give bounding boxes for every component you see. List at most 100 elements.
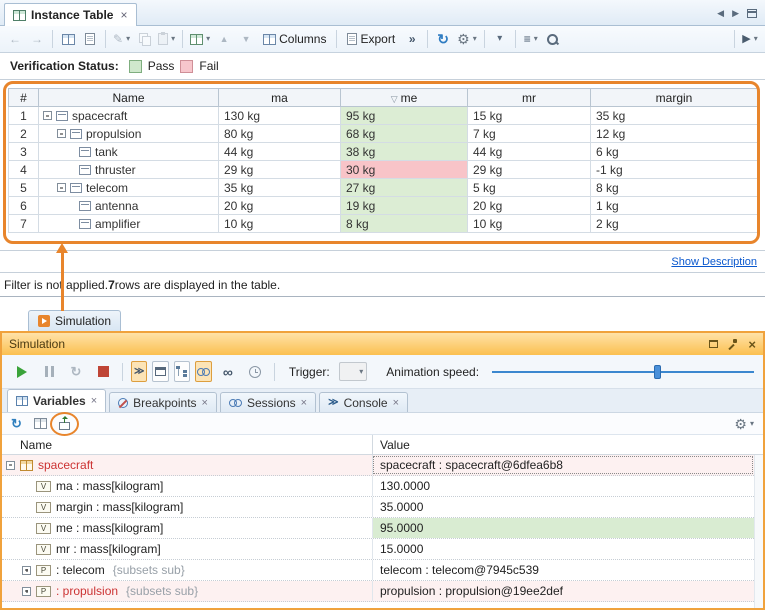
me-cell[interactable]: 38 kg — [341, 143, 468, 161]
name-cell[interactable]: spacecraft — [39, 107, 219, 125]
variable-row[interactable]: V mr : mass[kilogram] 15.0000 — [2, 539, 754, 560]
row-number-cell[interactable]: 5 — [9, 179, 39, 197]
name-cell[interactable]: amplifier — [39, 215, 219, 233]
window-list-icon[interactable] — [747, 9, 757, 18]
column-header-margin[interactable]: margin — [591, 89, 758, 107]
containment-view-toggle[interactable] — [174, 361, 190, 382]
expand-icon[interactable] — [22, 587, 31, 596]
tab-variables[interactable]: Variables × — [7, 389, 106, 412]
variable-row[interactable]: V me : mass[kilogram] 95.0000 — [2, 518, 754, 539]
variable-value[interactable]: spacecraft : spacecraft@6dfea6b8 — [372, 455, 754, 475]
name-cell[interactable]: thruster — [39, 161, 219, 179]
ma-cell[interactable]: 35 kg — [219, 179, 341, 197]
filter-button[interactable]: ▾ — [490, 29, 510, 50]
column-header-me[interactable]: ▽me — [341, 89, 468, 107]
refresh-icon[interactable]: ↻ — [11, 417, 22, 430]
scroll-tabs-left-icon[interactable]: ◀ — [717, 8, 724, 19]
variable-row[interactable]: spacecraft spacecraft : spacecraft@6dfea… — [2, 455, 754, 476]
console-mode-toggle[interactable]: ≫ — [131, 361, 147, 382]
mr-cell[interactable]: 5 kg — [468, 179, 591, 197]
tab-simulation[interactable]: Simulation — [28, 310, 121, 331]
collapse-icon[interactable] — [43, 111, 52, 120]
settings-button[interactable]: ⚙▾ — [455, 29, 479, 50]
add-new-button[interactable]: ▾ — [188, 29, 212, 50]
ma-cell[interactable]: 10 kg — [219, 215, 341, 233]
collapse-icon[interactable] — [57, 129, 66, 138]
me-cell[interactable]: 27 kg — [341, 179, 468, 197]
float-window-icon[interactable] — [709, 340, 718, 348]
column-header-name[interactable]: Name — [39, 89, 219, 107]
ma-cell[interactable]: 80 kg — [219, 125, 341, 143]
me-cell[interactable]: 30 kg — [341, 161, 468, 179]
caret-down-icon[interactable]: ▾ — [750, 420, 754, 428]
slider-handle[interactable] — [654, 365, 661, 379]
collapse-icon[interactable] — [57, 183, 66, 192]
forward-button[interactable]: → — [27, 29, 47, 50]
tab-console[interactable]: ≫ Console × — [319, 392, 408, 412]
columns-button[interactable]: Columns — [258, 29, 331, 50]
diagram-animation-toggle[interactable] — [152, 361, 168, 382]
name-cell[interactable]: telecom — [39, 179, 219, 197]
me-cell[interactable]: 19 kg — [341, 197, 468, 215]
search-button[interactable] — [543, 29, 563, 50]
collapse-icon[interactable] — [6, 461, 15, 470]
move-down-button[interactable]: ▼ — [236, 29, 256, 50]
mr-cell[interactable]: 10 kg — [468, 215, 591, 233]
pin-window-icon[interactable] — [728, 339, 738, 349]
move-up-button[interactable]: ▲ — [214, 29, 234, 50]
expand-icon[interactable] — [22, 566, 31, 575]
scroll-tabs-right-icon[interactable]: ▶ — [732, 8, 739, 19]
variable-row[interactable]: V margin : mass[kilogram] 35.0000 — [2, 497, 754, 518]
close-icon[interactable]: × — [91, 395, 97, 407]
close-icon[interactable]: × — [393, 397, 399, 409]
column-header-name[interactable]: Name — [2, 435, 372, 454]
copy-button[interactable] — [134, 29, 154, 50]
name-cell[interactable]: antenna — [39, 197, 219, 215]
row-number-cell[interactable]: 3 — [9, 143, 39, 161]
export-csv-icon[interactable] — [59, 422, 70, 430]
row-number-cell[interactable]: 4 — [9, 161, 39, 179]
specification-button[interactable] — [80, 29, 100, 50]
column-header-mr[interactable]: mr — [468, 89, 591, 107]
scrollbar[interactable] — [754, 455, 763, 608]
close-icon[interactable]: × — [120, 8, 127, 22]
variable-value[interactable]: 95.0000 — [372, 518, 754, 538]
tab-sessions[interactable]: Sessions × — [220, 392, 316, 412]
mr-cell[interactable]: 15 kg — [468, 107, 591, 125]
close-icon[interactable]: × — [301, 397, 307, 409]
margin-cell[interactable]: 1 kg — [591, 197, 758, 215]
trigger-select[interactable]: ▾ — [339, 362, 368, 381]
view-menu-button[interactable]: ≡▾ — [521, 29, 541, 50]
variable-value[interactable]: telecom : telecom@7945c539 — [372, 560, 754, 580]
margin-cell[interactable]: 8 kg — [591, 179, 758, 197]
mr-cell[interactable]: 20 kg — [468, 197, 591, 215]
margin-cell[interactable]: 35 kg — [591, 107, 758, 125]
variable-value[interactable]: 15.0000 — [372, 539, 754, 559]
row-number-cell[interactable]: 2 — [9, 125, 39, 143]
column-header-num[interactable]: # — [9, 89, 39, 107]
variable-value[interactable]: propulsion : propulsion@19ee2def — [372, 581, 754, 601]
column-header-value[interactable]: Value — [372, 435, 763, 454]
run-table-button[interactable]: ▶▾ — [740, 29, 760, 50]
tab-breakpoints[interactable]: Breakpoints × — [109, 392, 217, 412]
row-number-cell[interactable]: 7 — [9, 215, 39, 233]
ma-cell[interactable]: 20 kg — [219, 197, 341, 215]
toolbar-overflow-button[interactable]: » — [402, 29, 422, 50]
tab-instance-table[interactable]: Instance Table × — [4, 3, 137, 26]
mr-cell[interactable]: 7 kg — [468, 125, 591, 143]
animation-speed-slider[interactable] — [492, 363, 754, 381]
sessions-view-toggle[interactable] — [195, 361, 211, 382]
refresh-button[interactable]: ↻ — [433, 29, 453, 50]
pause-button[interactable] — [38, 361, 60, 383]
loop-button[interactable]: ∞ — [217, 361, 239, 383]
run-button[interactable] — [11, 361, 33, 383]
row-number-cell[interactable]: 1 — [9, 107, 39, 125]
me-cell[interactable]: 95 kg — [341, 107, 468, 125]
paste-button[interactable]: ▾ — [156, 29, 177, 50]
back-button[interactable]: ← — [5, 29, 25, 50]
variable-row[interactable]: V ma : mass[kilogram] 130.0000 — [2, 476, 754, 497]
row-number-cell[interactable]: 6 — [9, 197, 39, 215]
me-cell[interactable]: 8 kg — [341, 215, 468, 233]
variable-row[interactable]: P : propulsion {subsets sub} propulsion … — [2, 581, 754, 602]
ma-cell[interactable]: 130 kg — [219, 107, 341, 125]
